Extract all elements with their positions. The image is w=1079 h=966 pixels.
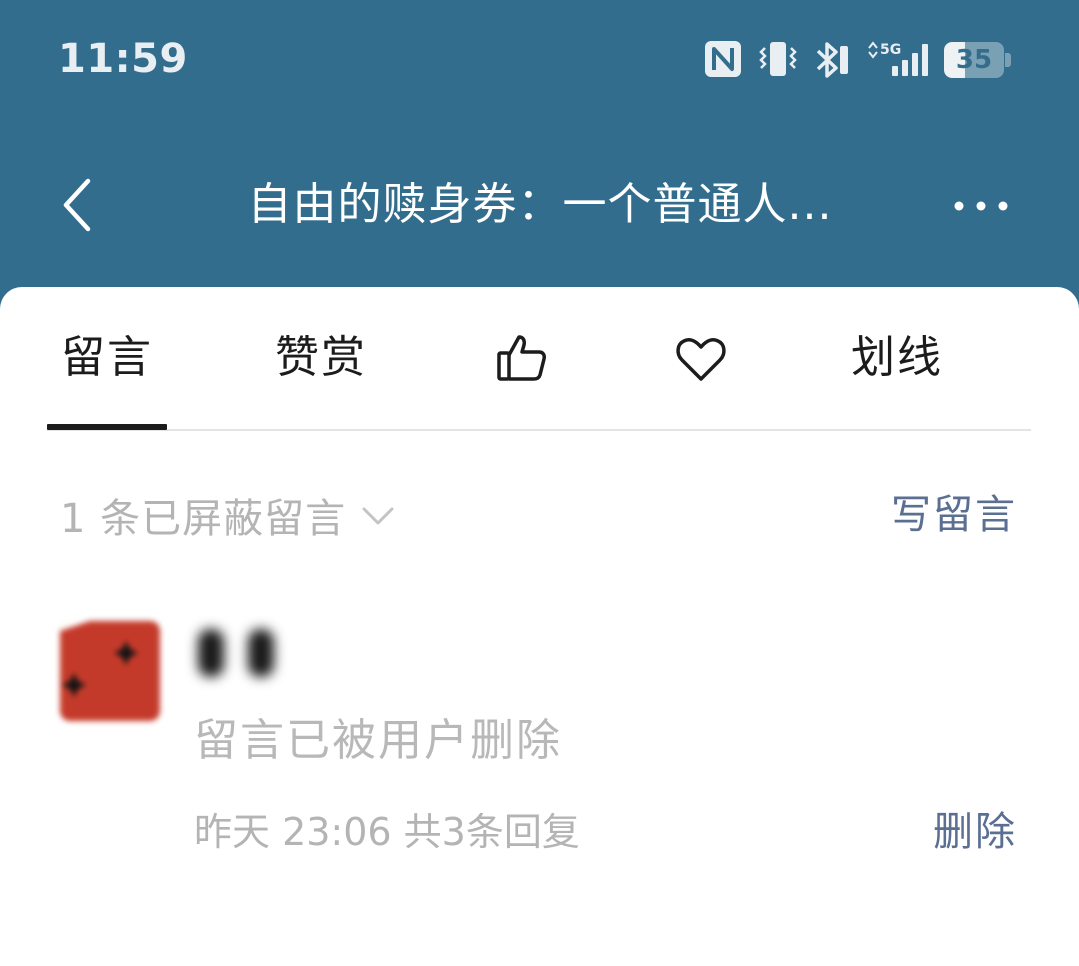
more-horizontal-icon xyxy=(954,201,1008,211)
bluetooth-icon xyxy=(816,42,848,78)
delete-button[interactable]: 删除 xyxy=(933,807,1017,857)
avatar[interactable] xyxy=(60,621,160,721)
avatar-pattern xyxy=(60,621,138,697)
status-time: 11:59 xyxy=(58,36,188,82)
comments-sheet: 留言 赞赏 划线 1 条已屏蔽留言 写留言 留言已被用户删除 昨天 23:06 … xyxy=(0,287,1079,966)
write-comment-button[interactable]: 写留言 xyxy=(891,487,1017,543)
chevron-down-icon xyxy=(362,507,394,525)
chevron-left-icon xyxy=(63,178,91,232)
tab-favorite[interactable] xyxy=(675,335,727,385)
battery-level: 35 xyxy=(955,45,993,75)
hidden-comments-toggle[interactable]: 1 条已屏蔽留言 xyxy=(60,487,396,543)
battery-icon: 35 xyxy=(944,42,1012,78)
thumbs-up-icon xyxy=(497,335,546,381)
nfc-icon xyxy=(705,41,741,77)
signal-5g-icon: 5G xyxy=(868,41,928,76)
tab-bar: 留言 赞赏 划线 xyxy=(47,287,1031,431)
page-title: 自由的赎身券：一个普通人... xyxy=(247,179,833,230)
active-tab-indicator xyxy=(47,424,167,430)
status-bar: 11:59 5G 35 xyxy=(0,0,1079,118)
heart-icon xyxy=(676,338,726,381)
tab-highlight[interactable]: 划线 xyxy=(851,323,943,393)
more-button[interactable] xyxy=(946,186,1016,226)
username-redacted[interactable] xyxy=(192,617,282,687)
vibrate-icon xyxy=(759,42,797,76)
comment-text: 留言已被用户删除 xyxy=(194,715,562,766)
tab-comments[interactable]: 留言 xyxy=(61,323,153,393)
comment-meta[interactable]: 昨天 23:06 共3条回复 xyxy=(194,807,580,857)
tab-like[interactable] xyxy=(495,331,549,385)
comment-item: 留言已被用户删除 昨天 23:06 共3条回复 删除 xyxy=(0,617,1079,877)
back-button[interactable] xyxy=(52,172,102,238)
hidden-comments-label: 1 条已屏蔽留言 xyxy=(60,496,347,542)
svg-text:5G: 5G xyxy=(880,42,901,58)
tab-reward[interactable]: 赞赏 xyxy=(275,323,367,393)
